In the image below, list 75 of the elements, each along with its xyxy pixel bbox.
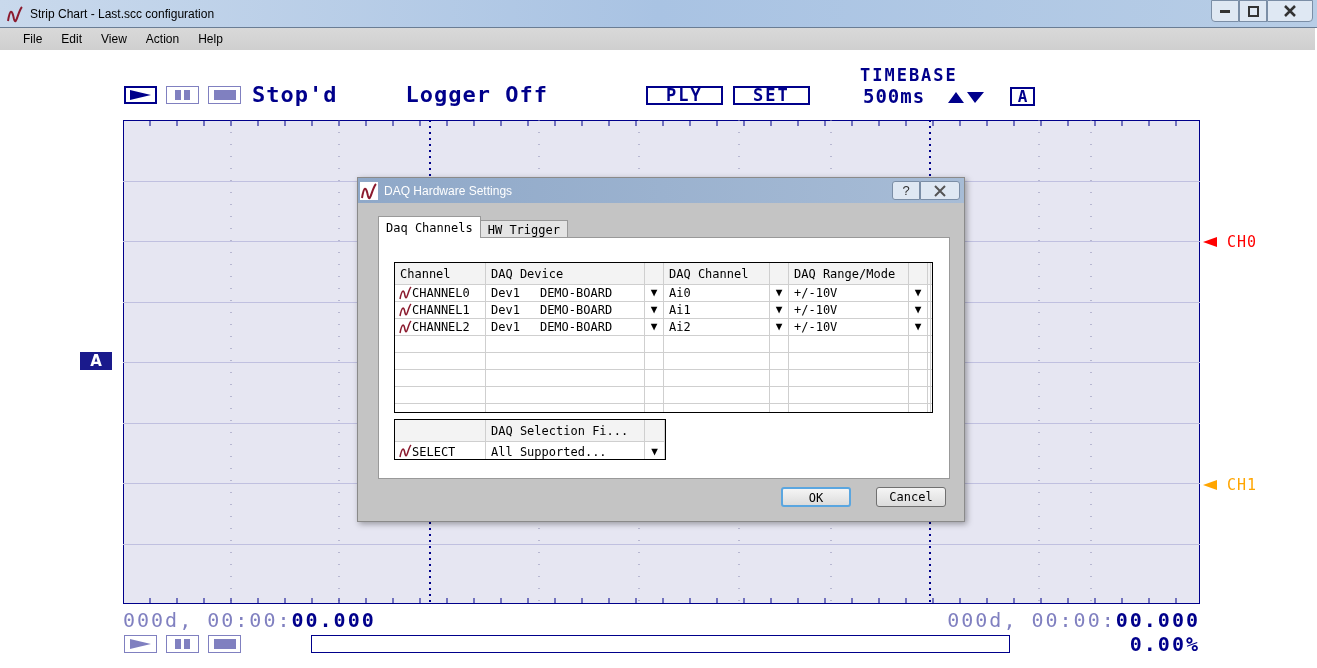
waveform-icon: [399, 286, 412, 300]
stop-icon: [212, 638, 237, 650]
timebase-label: TIMEBASE: [859, 66, 959, 84]
column-header: Channel: [395, 263, 486, 284]
table-cell: Ai0: [664, 285, 770, 301]
pause-button[interactable]: [166, 635, 199, 653]
table-cell-text: DEMO-BOARD: [539, 319, 613, 336]
play-icon: [129, 89, 152, 101]
stop-button[interactable]: [208, 86, 241, 104]
table-cell-text: Dev1: [491, 319, 520, 336]
table-cell: +/-10V: [789, 319, 909, 335]
table-cell-text: CHANNEL1: [412, 302, 470, 319]
table-cell: SELECT: [412, 444, 456, 459]
progress-percent: 0.00%: [1129, 634, 1200, 654]
auto-scale-button[interactable]: A: [1010, 87, 1036, 106]
table-cell-text: DEMO-BOARD: [539, 285, 613, 302]
minimize-icon: [1220, 9, 1230, 13]
timebase-value: 500ms: [862, 87, 926, 106]
channel-marker-label: CH0: [1227, 232, 1258, 253]
marker-label: A: [80, 352, 112, 370]
waveform-icon: [399, 303, 412, 317]
window-title: Strip Chart - Last.scc configuration: [30, 5, 215, 23]
close-icon: [1284, 5, 1296, 17]
table-cell-text: CHANNEL2: [412, 319, 470, 336]
cancel-button[interactable]: Cancel: [876, 487, 946, 507]
menu-item[interactable]: View: [101, 30, 127, 48]
dialog-title: DAQ Hardware Settings: [384, 182, 513, 200]
tab[interactable]: Daq Channels: [378, 216, 481, 238]
pause-icon: [174, 638, 191, 650]
waveform-icon: [399, 444, 412, 458]
pause-button[interactable]: [166, 86, 199, 104]
minimize-button[interactable]: [1211, 0, 1239, 22]
table-cell: +/-10V: [789, 302, 909, 318]
menu-item[interactable]: File: [23, 30, 43, 48]
run-state-text: Stop'd: [252, 84, 338, 106]
time-prefix-text: 000d, 00:00:: [123, 610, 292, 630]
channel-marker-label: CH1: [1227, 475, 1258, 496]
maximize-icon: [1247, 5, 1259, 17]
table-cell-text: CHANNEL0: [412, 285, 470, 302]
table-cell: All Supported...: [486, 442, 645, 459]
column-header: DAQ Channel: [664, 263, 770, 284]
stop-icon: [212, 89, 237, 101]
close-button[interactable]: [920, 181, 960, 200]
column-header: DAQ Range/Mode: [789, 263, 909, 284]
time-prefix-text: 000d, 00:00:: [947, 610, 1116, 630]
close-icon: [933, 184, 947, 197]
column-header: DAQ Selection Fi...: [486, 420, 645, 441]
waveform-icon: [399, 320, 412, 334]
pause-icon: [174, 89, 191, 101]
table-cell: Ai2: [664, 319, 770, 335]
app-logo-icon: [360, 181, 378, 200]
table-cell-text: DEMO-BOARD: [539, 302, 613, 319]
play-icon: [129, 638, 152, 650]
time-seconds-text: 00.000: [291, 610, 376, 630]
time-seconds-text: 00.000: [1115, 610, 1200, 630]
ok-button[interactable]: OK: [781, 487, 851, 507]
display-button[interactable]: PLY: [645, 86, 723, 105]
table-cell: +/-10V: [789, 285, 909, 301]
table-cell-text: Dev1: [491, 302, 520, 319]
help-button[interactable]: ?: [892, 181, 920, 200]
maximize-button[interactable]: [1239, 0, 1267, 22]
app-logo-icon: [6, 4, 24, 23]
table-cell: Ai1: [664, 302, 770, 318]
menu-item[interactable]: Help: [198, 30, 223, 48]
display-button[interactable]: SET: [732, 86, 810, 105]
table-cell-text: Dev1: [491, 285, 520, 302]
stop-button[interactable]: [208, 635, 241, 653]
menu-item[interactable]: Edit: [61, 30, 83, 48]
column-header: DAQ Device: [486, 263, 645, 284]
tab[interactable]: HW Trigger: [479, 220, 568, 238]
logger-status-text: Logger Off: [405, 84, 548, 106]
play-button[interactable]: [124, 86, 157, 104]
menu-item[interactable]: Action: [145, 30, 180, 48]
close-button[interactable]: [1267, 0, 1313, 22]
up-down-arrows-icon[interactable]: [947, 89, 986, 104]
